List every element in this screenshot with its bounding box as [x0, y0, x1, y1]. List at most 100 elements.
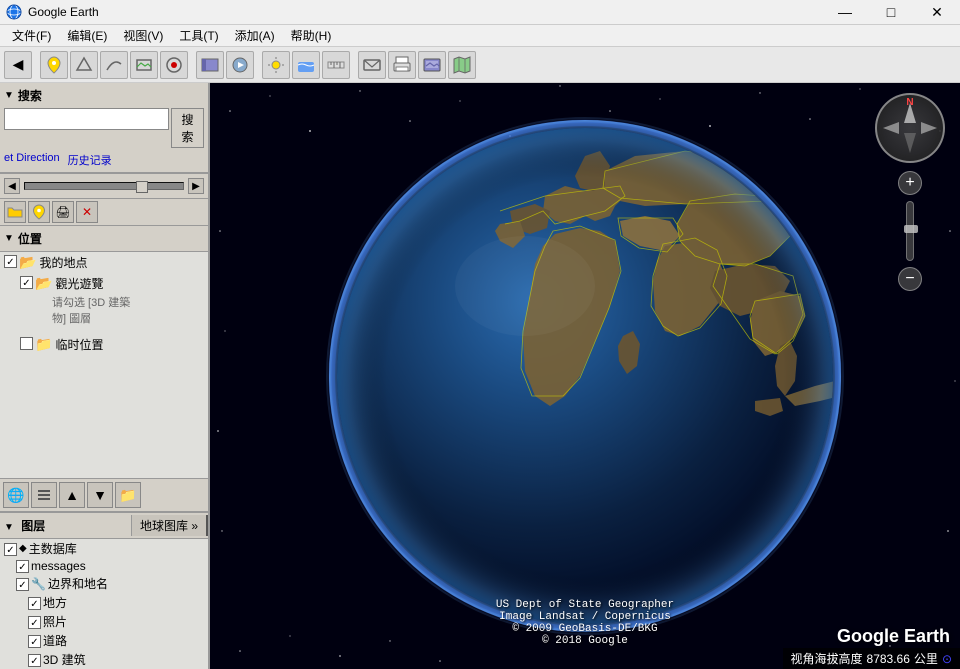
toolbar-ruler[interactable] — [322, 51, 350, 79]
add-placemark-btn[interactable] — [28, 201, 50, 223]
temp-places-item[interactable]: 📁 临时位置 — [0, 334, 208, 355]
places-layer-label: 地方 — [43, 594, 67, 611]
tourism-checkbox[interactable] — [20, 276, 33, 289]
delete-btn[interactable]: ✕ — [76, 201, 98, 223]
3d-note2: 物] 圖層 — [0, 310, 208, 326]
globe-area[interactable]: N + − US Dept of State — [210, 83, 960, 669]
bottom-toolbar: 🌐 ▲ ▼ 📁 — [0, 478, 208, 512]
tourism-item[interactable]: 📂 觀光遊覽 — [0, 273, 208, 294]
slider-right-arrow[interactable]: ▶ — [188, 178, 204, 194]
close-button[interactable]: ✕ — [914, 0, 960, 25]
toolbar-back[interactable]: ◀ — [4, 51, 32, 79]
zoom-in-button[interactable]: + — [898, 171, 922, 195]
search-input[interactable] — [4, 108, 169, 130]
time-slider-section: ◀ ▶ — [0, 174, 208, 199]
zoom-slider-thumb[interactable] — [904, 225, 918, 233]
menu-edit[interactable]: 编辑(E) — [59, 25, 115, 46]
my-places-checkbox[interactable] — [4, 255, 17, 268]
add-folder-btn[interactable] — [4, 201, 26, 223]
toolbar-maps[interactable] — [448, 51, 476, 79]
menu-tools[interactable]: 工具(T) — [171, 25, 226, 46]
menubar: 文件(F) 编辑(E) 视图(V) 工具(T) 添加(A) 帮助(H) — [0, 25, 960, 47]
places-tree: 位置 📂 我的地点 📂 觀光遊覽 请勾选 [3D 建築 物] 圖層 — [0, 226, 208, 478]
compass[interactable]: N — [875, 93, 945, 163]
toolbar-tour[interactable] — [226, 51, 254, 79]
compass-north-arrow — [904, 103, 916, 123]
borders-label: 边界和地名 — [48, 575, 108, 592]
status-icon: ⊙ — [942, 652, 952, 666]
messages-layer[interactable]: messages — [0, 558, 208, 574]
layers-header-row: 图层 地球图库 » — [0, 512, 208, 539]
status-value: 8783.66 — [867, 652, 910, 666]
window-controls: — □ ✕ — [822, 0, 960, 25]
main-area: 搜索 搜索 et Direction 历史记录 ◀ ▶ — [0, 83, 960, 669]
toolbar-image-overlay[interactable] — [130, 51, 158, 79]
3d-buildings-checkbox[interactable] — [28, 654, 41, 667]
search-header[interactable]: 搜索 — [4, 87, 204, 104]
roads-checkbox[interactable] — [28, 635, 41, 648]
temp-places-checkbox[interactable] — [20, 337, 33, 350]
places-toolbar: 🖨 ✕ — [0, 199, 208, 226]
layers-header[interactable]: 图层 — [0, 513, 131, 538]
bt-up-btn[interactable]: ▲ — [59, 482, 85, 508]
photos-label: 照片 — [43, 613, 67, 630]
toolbar-save-image[interactable] — [418, 51, 446, 79]
slider-thumb[interactable] — [136, 181, 148, 193]
tourism-label: 觀光遊覽 — [55, 275, 103, 292]
toolbar-water[interactable] — [292, 51, 320, 79]
gallery-button[interactable]: 地球图库 » — [131, 515, 208, 536]
bt-list-btn[interactable] — [31, 482, 57, 508]
toolbar-print[interactable] — [388, 51, 416, 79]
time-slider[interactable] — [24, 182, 184, 190]
left-panel: 搜索 搜索 et Direction 历史记录 ◀ ▶ — [0, 83, 210, 669]
menu-add[interactable]: 添加(A) — [227, 25, 283, 46]
titlebar-left: Google Earth — [0, 4, 99, 20]
print-btn[interactable]: 🖨 — [52, 201, 74, 223]
maximize-button[interactable]: □ — [868, 0, 914, 25]
earth-globe[interactable] — [325, 116, 845, 636]
toolbar-placemark[interactable] — [40, 51, 68, 79]
search-button[interactable]: 搜索 — [171, 108, 204, 148]
compass-east-arrow — [921, 122, 937, 134]
places-layer[interactable]: 地方 — [0, 593, 208, 612]
zoom-out-button[interactable]: − — [898, 267, 922, 291]
roads-layer[interactable]: 道路 — [0, 631, 208, 650]
3d-buildings-label: 3D 建筑 — [43, 651, 86, 668]
menu-view[interactable]: 视图(V) — [115, 25, 171, 46]
primary-db-checkbox[interactable] — [4, 543, 17, 556]
bt-folder-btn[interactable]: 📁 — [115, 482, 141, 508]
3d-buildings-layer[interactable]: 3D 建筑 — [0, 650, 208, 669]
search-section: 搜索 搜索 et Direction 历史记录 — [0, 83, 208, 174]
roads-label: 道路 — [43, 632, 67, 649]
app-icon — [6, 4, 22, 20]
toolbar-record-tour[interactable] — [160, 51, 188, 79]
compass-ring[interactable]: N — [875, 93, 945, 163]
menu-help[interactable]: 帮助(H) — [283, 25, 340, 46]
toolbar-path[interactable] — [100, 51, 128, 79]
zoom-slider-track[interactable] — [906, 201, 914, 261]
toolbar-sun[interactable] — [262, 51, 290, 79]
menu-file[interactable]: 文件(F) — [4, 25, 59, 46]
fly-to-link[interactable]: et Direction — [4, 152, 60, 168]
history-link[interactable]: 历史记录 — [68, 152, 112, 168]
toolbar-polygon[interactable] — [70, 51, 98, 79]
minimize-button[interactable]: — — [822, 0, 868, 25]
status-bar: 视角海拔高度 8783.66 公里 ⊙ — [783, 648, 960, 669]
messages-checkbox[interactable] — [16, 560, 29, 573]
places-header[interactable]: 位置 — [0, 226, 208, 252]
primary-db-layer[interactable]: ◆ 主数据库 — [0, 539, 208, 558]
compass-west-arrow — [883, 122, 899, 134]
my-places-item[interactable]: 📂 我的地点 — [0, 252, 208, 273]
borders-checkbox[interactable] — [16, 578, 29, 591]
photos-checkbox[interactable] — [28, 616, 41, 629]
places-layer-checkbox[interactable] — [28, 597, 41, 610]
toolbar-hide-sidebar[interactable] — [196, 51, 224, 79]
main-toolbar: ◀ — [0, 47, 960, 83]
bt-down-btn[interactable]: ▼ — [87, 482, 113, 508]
primary-db-label: 主数据库 — [29, 540, 77, 557]
slider-left-arrow[interactable]: ◀ — [4, 178, 20, 194]
photos-layer[interactable]: 照片 — [0, 612, 208, 631]
borders-layer[interactable]: 🔧 边界和地名 — [0, 574, 208, 593]
toolbar-email[interactable] — [358, 51, 386, 79]
bt-globe-btn[interactable]: 🌐 — [3, 482, 29, 508]
